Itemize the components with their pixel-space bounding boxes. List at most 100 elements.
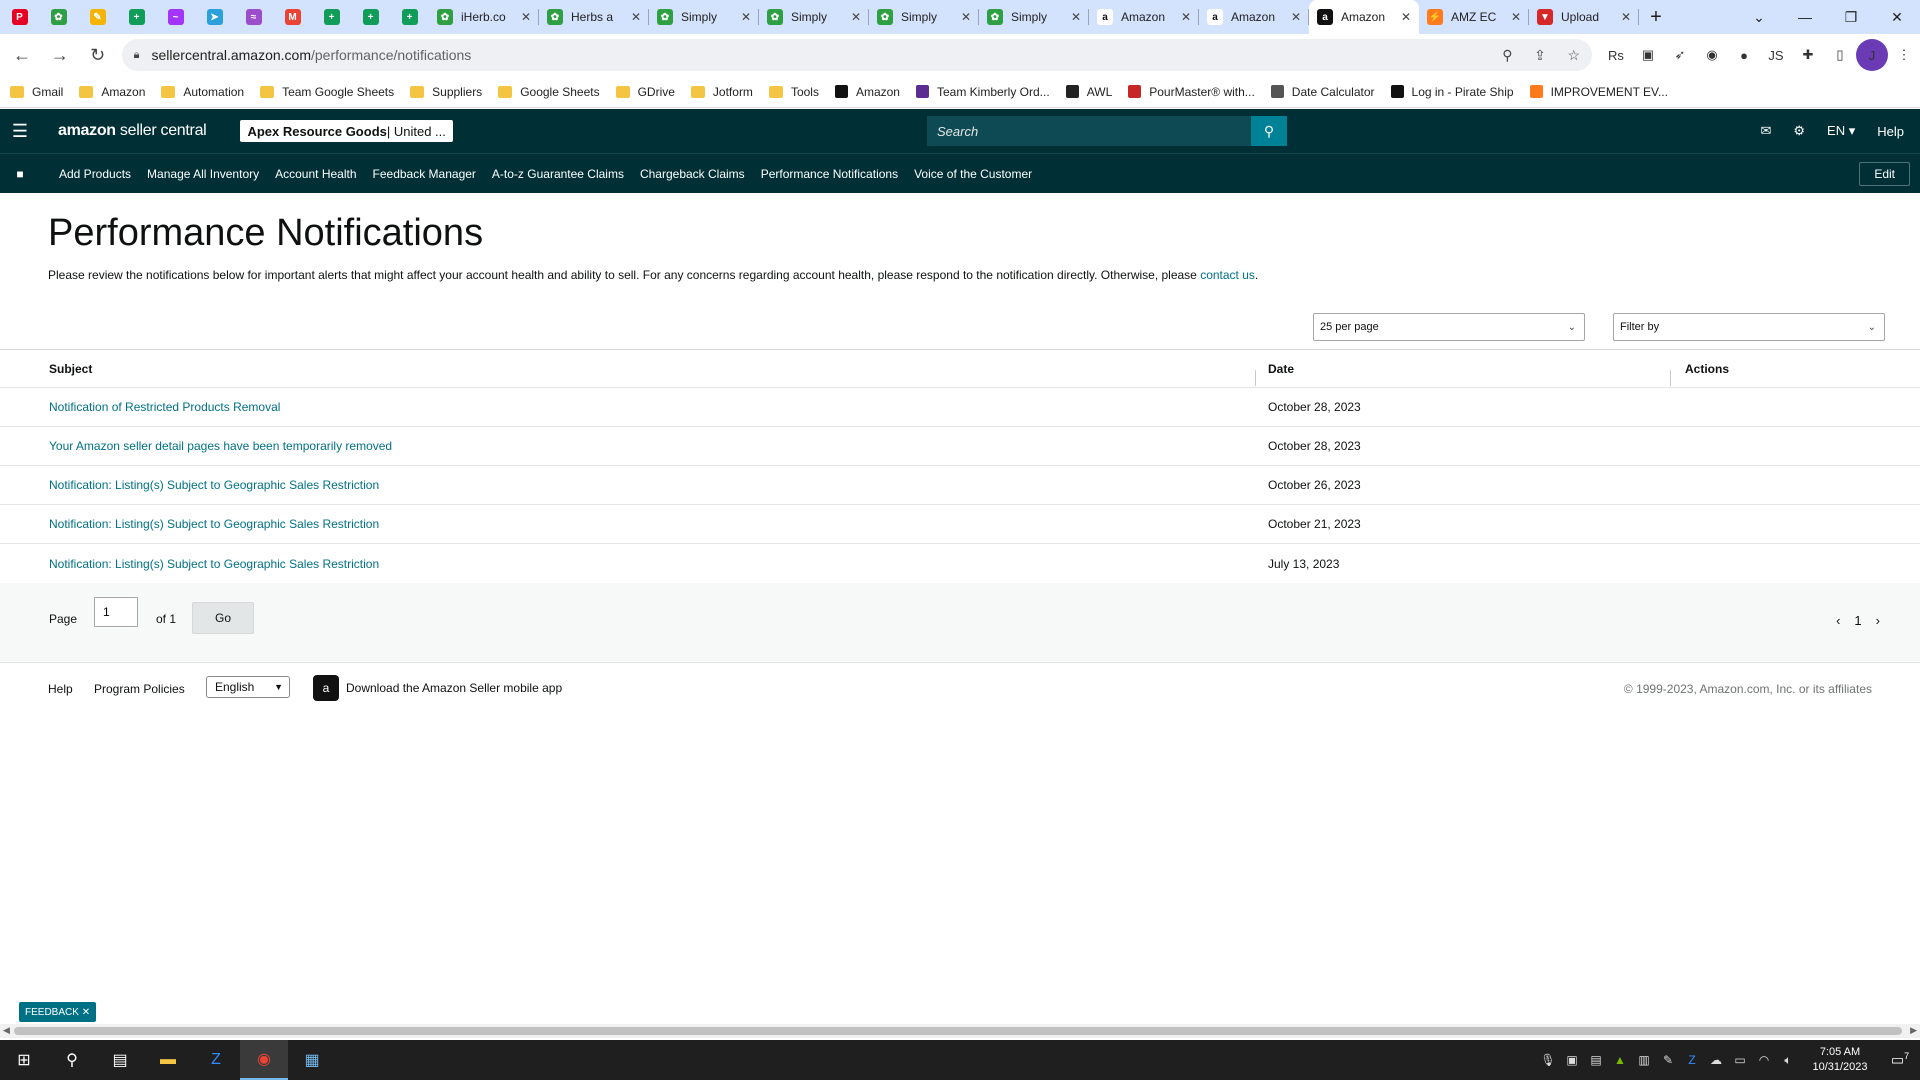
footer-policies-link[interactable]: Program Policies [94,682,185,696]
nav-link[interactable]: Performance Notifications [761,167,898,181]
close-icon[interactable]: ✕ [1181,10,1191,24]
bookmark-item[interactable]: Google Sheets [498,85,600,99]
pinned-tab[interactable]: + [351,0,390,34]
notification-subject-link[interactable]: Notification: Listing(s) Subject to Geog… [49,557,379,571]
extension-globe-icon[interactable]: ◉ [1696,39,1728,71]
volume-icon[interactable]: 🔈︎ [1776,1053,1800,1068]
calculator-app-icon[interactable]: ▦ [288,1040,336,1080]
footer-help-link[interactable]: Help [48,682,73,696]
feedback-button[interactable]: FEEDBACK ✕ [19,1002,97,1022]
horizontal-scrollbar[interactable]: ◀ ▶ [0,1024,1920,1038]
tab[interactable]: ✿ Simply ✕ [759,0,869,34]
extension-rs-icon[interactable]: Rs [1600,39,1632,71]
pinned-tab[interactable]: + [390,0,429,34]
reload-button[interactable]: ↻ [82,39,114,71]
menu-icon[interactable]: ☰ [0,121,40,142]
pinned-tab[interactable]: ≈ [234,0,273,34]
chevron-left-icon[interactable]: ‹ [1836,613,1840,628]
tab[interactable]: a Amazon ✕ [1089,0,1199,34]
tray-app-icon[interactable]: ▥ [1632,1053,1656,1067]
back-button[interactable]: ← [6,39,38,71]
extension-js-icon[interactable]: JS [1760,39,1792,71]
browser-menu-icon[interactable]: ⋮ [1888,39,1920,71]
onedrive-icon[interactable]: ☁ [1704,1053,1728,1067]
bookmark-item[interactable]: Team Kimberly Ord... [915,85,1050,99]
close-icon[interactable]: ✕ [631,10,641,24]
notification-subject-link[interactable]: Notification: Listing(s) Subject to Geog… [49,478,379,492]
search-button[interactable]: ⚲ [1251,116,1287,146]
windows-start-icon[interactable]: ⊞ [0,1040,48,1080]
bookmark-item[interactable]: Log in - Pirate Ship [1390,85,1514,99]
pinned-tab[interactable]: ✿ [39,0,78,34]
close-icon[interactable]: ✕ [1621,10,1631,24]
extension-cursor-icon[interactable]: ➶ [1664,39,1696,71]
profile-button[interactable]: J [1856,39,1888,71]
notification-center-icon[interactable]: ▭7 [1880,1051,1920,1069]
nav-link[interactable]: A-to-z Guarantee Claims [492,167,624,181]
pen-icon[interactable]: ✎ [1656,1053,1680,1067]
filter-select[interactable]: Filter by ⌄ [1613,313,1885,341]
task-view-icon[interactable]: ▤ [96,1040,144,1080]
bookmark-item[interactable]: Gmail [10,85,63,99]
current-page[interactable]: 1 [1854,613,1861,628]
pinned-tab[interactable]: P [0,0,39,34]
bookmark-item[interactable]: Suppliers [410,85,482,99]
bookmark-item[interactable]: Jotform [690,85,753,99]
tab-search-icon[interactable]: ⌄ [1736,9,1782,26]
nav-link[interactable]: Voice of the Customer [914,167,1032,181]
notification-subject-link[interactable]: Notification: Listing(s) Subject to Geog… [49,517,379,531]
scroll-left-icon[interactable]: ◀ [3,1025,10,1036]
nvidia-icon[interactable]: ▲ [1608,1053,1632,1067]
close-icon[interactable]: ✕ [521,10,531,24]
tab[interactable]: ✿ Simply ✕ [869,0,979,34]
gear-icon[interactable]: ⚙ [1793,123,1805,139]
close-icon[interactable]: ✕ [1401,10,1411,24]
forward-button[interactable]: → [44,39,76,71]
column-header-date[interactable]: Date [1255,362,1670,386]
search-icon[interactable]: ⚲ [48,1040,96,1080]
search-input[interactable] [927,116,1251,146]
seller-central-logo[interactable]: amazon seller central [58,122,207,140]
nav-link[interactable]: Add Products [59,167,131,181]
edit-nav-button[interactable]: Edit [1859,162,1910,186]
minimize-button[interactable]: — [1782,9,1828,25]
battery-icon[interactable]: ▭ [1728,1053,1752,1067]
bookmark-item[interactable]: Amazon [834,85,900,99]
close-icon[interactable]: ✕ [1291,10,1301,24]
scrollbar-thumb[interactable] [14,1027,1902,1035]
go-button[interactable]: Go [192,602,254,634]
tab[interactable]: ▼ Upload ✕ [1529,0,1639,34]
chevron-right-icon[interactable]: › [1876,613,1880,628]
close-icon[interactable]: ✕ [961,10,971,24]
pinned-tab[interactable]: + [312,0,351,34]
close-icon[interactable]: ✕ [1071,10,1081,24]
tray-app-icon[interactable]: ▣ [1560,1053,1584,1067]
pinned-tab[interactable]: + [117,0,156,34]
tab-active[interactable]: a Amazon ✕ [1309,0,1419,34]
contact-us-link[interactable]: contact us [1200,268,1255,282]
nav-link[interactable]: Manage All Inventory [147,167,259,181]
bookmark-item[interactable]: Team Google Sheets [260,85,394,99]
nav-link[interactable]: Account Health [275,167,356,181]
close-icon[interactable]: ✕ [741,10,751,24]
close-window-button[interactable]: ✕ [1874,9,1920,26]
bookmark-item[interactable]: GDrive [615,85,675,99]
page-number-input[interactable] [94,597,138,627]
mobile-app-link[interactable]: a Download the Amazon Seller mobile app [313,675,562,701]
side-panel-icon[interactable]: ▯ [1824,39,1856,71]
tray-app-icon[interactable]: ▤ [1584,1053,1608,1067]
footer-language-select[interactable]: English ▼ [206,676,290,698]
bookmark-icon[interactable]: ■ [0,167,40,181]
bookmark-item[interactable]: Automation [161,85,244,99]
close-icon[interactable]: ✕ [851,10,861,24]
site-info-icon[interactable]: 🔒︎ [134,49,140,62]
nav-link[interactable]: Feedback Manager [373,167,476,181]
per-page-select[interactable]: 25 per page ⌄ [1313,313,1585,341]
bookmark-item[interactable]: Amazon [79,85,145,99]
tab[interactable]: ✿ Simply ✕ [979,0,1089,34]
clock[interactable]: 7:05 AM 10/31/2023 [1800,1045,1880,1075]
pinned-tab[interactable]: ➤ [195,0,234,34]
zoom-app-icon[interactable]: Z [192,1040,240,1080]
tab[interactable]: ✿ Herbs a ✕ [539,0,649,34]
mail-icon[interactable]: ✉ [1760,123,1771,139]
